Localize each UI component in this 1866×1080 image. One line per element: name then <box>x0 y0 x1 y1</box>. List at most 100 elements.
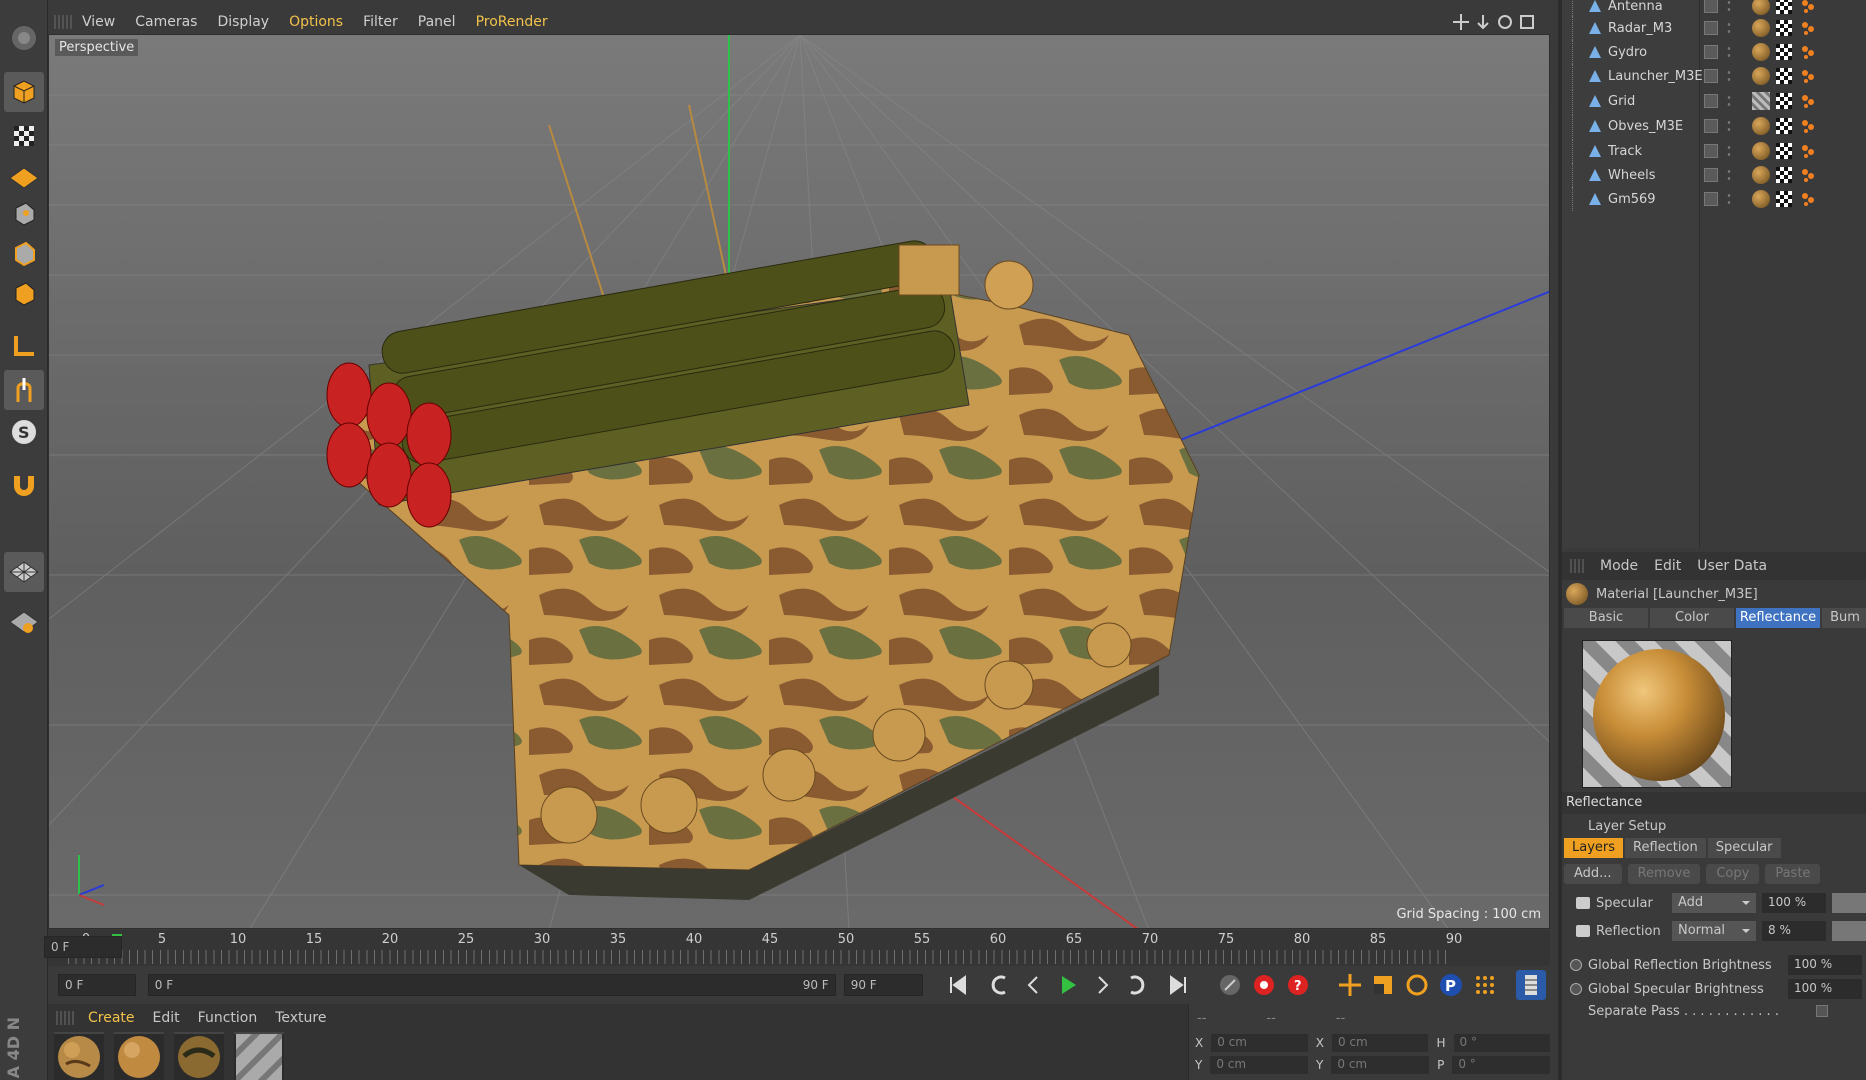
separate-pass-checkbox[interactable] <box>1816 1005 1828 1017</box>
move-key-icon[interactable] <box>1335 970 1365 1000</box>
scale-key-icon[interactable] <box>1368 970 1398 1000</box>
parameter-key-icon[interactable]: P <box>1436 970 1466 1000</box>
visibility-icon[interactable] <box>1704 45 1718 59</box>
lock-workplane-icon[interactable] <box>4 552 44 592</box>
layer-opacity-slider[interactable] <box>1832 921 1866 941</box>
menu-edit[interactable]: Edit <box>153 1010 180 1026</box>
material-tag-icon[interactable] <box>1752 190 1770 208</box>
texture-tag-icon[interactable] <box>1776 167 1792 183</box>
selection-tag-icon[interactable] <box>1800 118 1816 134</box>
visibility-icon[interactable] <box>1704 94 1718 108</box>
texture-tag-icon[interactable] <box>1776 143 1792 159</box>
position-x-field[interactable]: 0 cm <box>1211 1034 1308 1052</box>
menu-texture[interactable]: Texture <box>275 1010 326 1026</box>
object-row[interactable]: Obves_M3E <box>1562 114 1866 138</box>
visibility-icon[interactable] <box>1704 69 1718 83</box>
layer-dots-icon[interactable] <box>1726 0 1732 13</box>
selection-tag-icon[interactable] <box>1800 191 1816 207</box>
rotation-p-field[interactable]: 0 ° <box>1452 1056 1550 1074</box>
layer-dots-icon[interactable] <box>1726 192 1732 206</box>
selection-tag-icon[interactable] <box>1800 93 1816 109</box>
object-row[interactable]: Track <box>1562 139 1866 163</box>
end-frame-field[interactable]: 90 F <box>843 974 924 996</box>
rotation-h-field[interactable]: 0 ° <box>1453 1034 1550 1052</box>
start-frame-field[interactable]: 0 F <box>58 974 136 996</box>
layer-dots-icon[interactable] <box>1726 21 1732 35</box>
planar-workplane-icon[interactable] <box>4 602 44 642</box>
object-row[interactable]: Launcher_M3E <box>1562 64 1866 88</box>
timeline-view-icon[interactable] <box>1516 970 1546 1000</box>
material-tag-icon[interactable] <box>1752 43 1770 61</box>
autokey-icon[interactable]: ? <box>1283 970 1313 1000</box>
menu-user-data[interactable]: User Data <box>1697 558 1767 574</box>
tab-reflection[interactable]: Reflection <box>1625 838 1706 858</box>
tab-color[interactable]: Color <box>1650 608 1734 628</box>
menu-prorender[interactable]: ProRender <box>476 14 548 30</box>
next-key-button[interactable] <box>1121 970 1151 1000</box>
layer-dots-icon[interactable] <box>1726 168 1732 182</box>
layer-name[interactable]: Reflection <box>1596 924 1666 939</box>
polygons-mode-icon[interactable] <box>4 274 44 314</box>
snapping-icon[interactable]: S <box>4 412 44 452</box>
object-row[interactable]: Gydro <box>1562 40 1866 64</box>
selection-tag-icon[interactable] <box>1800 44 1816 60</box>
texture-mode-icon[interactable] <box>4 116 44 156</box>
menu-display[interactable]: Display <box>217 14 269 30</box>
menu-create[interactable]: Create <box>88 1010 135 1026</box>
layer-name[interactable]: Specular <box>1596 896 1666 911</box>
selection-tag-icon[interactable] <box>1800 20 1816 36</box>
material-swatch[interactable] <box>174 1032 224 1080</box>
visibility-icon[interactable] <box>1704 21 1718 35</box>
eye-icon[interactable] <box>1576 897 1590 909</box>
layer-opacity-field[interactable]: 8 % <box>1762 921 1826 941</box>
points-mode-icon[interactable] <box>4 194 44 234</box>
texture-tag-icon[interactable] <box>1776 191 1792 207</box>
3d-viewport[interactable]: Perspective Grid Spacing : 100 cm <box>48 34 1550 929</box>
prev-frame-button[interactable] <box>1019 970 1049 1000</box>
tweak-mode-icon[interactable] <box>4 370 44 410</box>
magnet-icon[interactable] <box>4 464 44 504</box>
tab-layers[interactable]: Layers <box>1564 838 1624 858</box>
menu-cameras[interactable]: Cameras <box>135 14 197 30</box>
layer-opacity-field[interactable]: 100 % <box>1762 893 1826 913</box>
camera-label[interactable]: Perspective <box>55 39 139 56</box>
model-mode-icon[interactable] <box>4 72 44 112</box>
layer-dots-icon[interactable] <box>1726 144 1732 158</box>
material-tag-icon[interactable] <box>1752 117 1770 135</box>
material-tag-icon[interactable] <box>1752 166 1770 184</box>
tab-basic[interactable]: Basic <box>1564 608 1648 628</box>
layer-dots-icon[interactable] <box>1726 69 1732 83</box>
layer-mode-select[interactable]: Add <box>1672 893 1756 913</box>
next-frame-button[interactable] <box>1087 970 1117 1000</box>
texture-tag-icon[interactable] <box>1776 20 1792 36</box>
grip-handle[interactable] <box>54 15 74 29</box>
remove-layer-button[interactable]: Remove <box>1627 864 1701 884</box>
material-preview[interactable] <box>1582 640 1732 788</box>
move-view-icon[interactable] <box>1452 13 1470 31</box>
current-frame-field[interactable]: 0 F <box>44 936 122 958</box>
object-row[interactable]: Gm569 <box>1562 187 1866 211</box>
visibility-icon[interactable] <box>1704 0 1718 13</box>
texture-tag-icon[interactable] <box>1776 118 1792 134</box>
animate-radio[interactable] <box>1570 983 1582 995</box>
menu-options[interactable]: Options <box>289 14 343 30</box>
layer-dots-icon[interactable] <box>1726 94 1732 108</box>
record-keys-icon[interactable] <box>1249 970 1279 1000</box>
menu-filter[interactable]: Filter <box>363 14 398 30</box>
edges-mode-icon[interactable] <box>4 234 44 274</box>
object-row[interactable]: Radar_M3 <box>1562 16 1866 40</box>
layer-dots-icon[interactable] <box>1726 119 1732 133</box>
motion-record-icon[interactable] <box>1215 970 1245 1000</box>
tab-specular[interactable]: Specular <box>1707 838 1781 858</box>
material-tag-icon[interactable] <box>1752 142 1770 160</box>
rotate-view-icon[interactable] <box>1496 13 1514 31</box>
add-layer-button[interactable]: Add... <box>1564 864 1622 884</box>
object-row[interactable]: Grid <box>1562 89 1866 113</box>
maximize-view-icon[interactable] <box>1518 13 1536 31</box>
tab-reflectance[interactable]: Reflectance <box>1736 608 1820 628</box>
selection-tag-icon[interactable] <box>1800 167 1816 183</box>
eye-icon[interactable] <box>1576 925 1590 937</box>
point-level-icon[interactable] <box>1470 970 1500 1000</box>
paste-layer-button[interactable]: Paste <box>1765 864 1821 884</box>
texture-tag-icon[interactable] <box>1776 68 1792 84</box>
